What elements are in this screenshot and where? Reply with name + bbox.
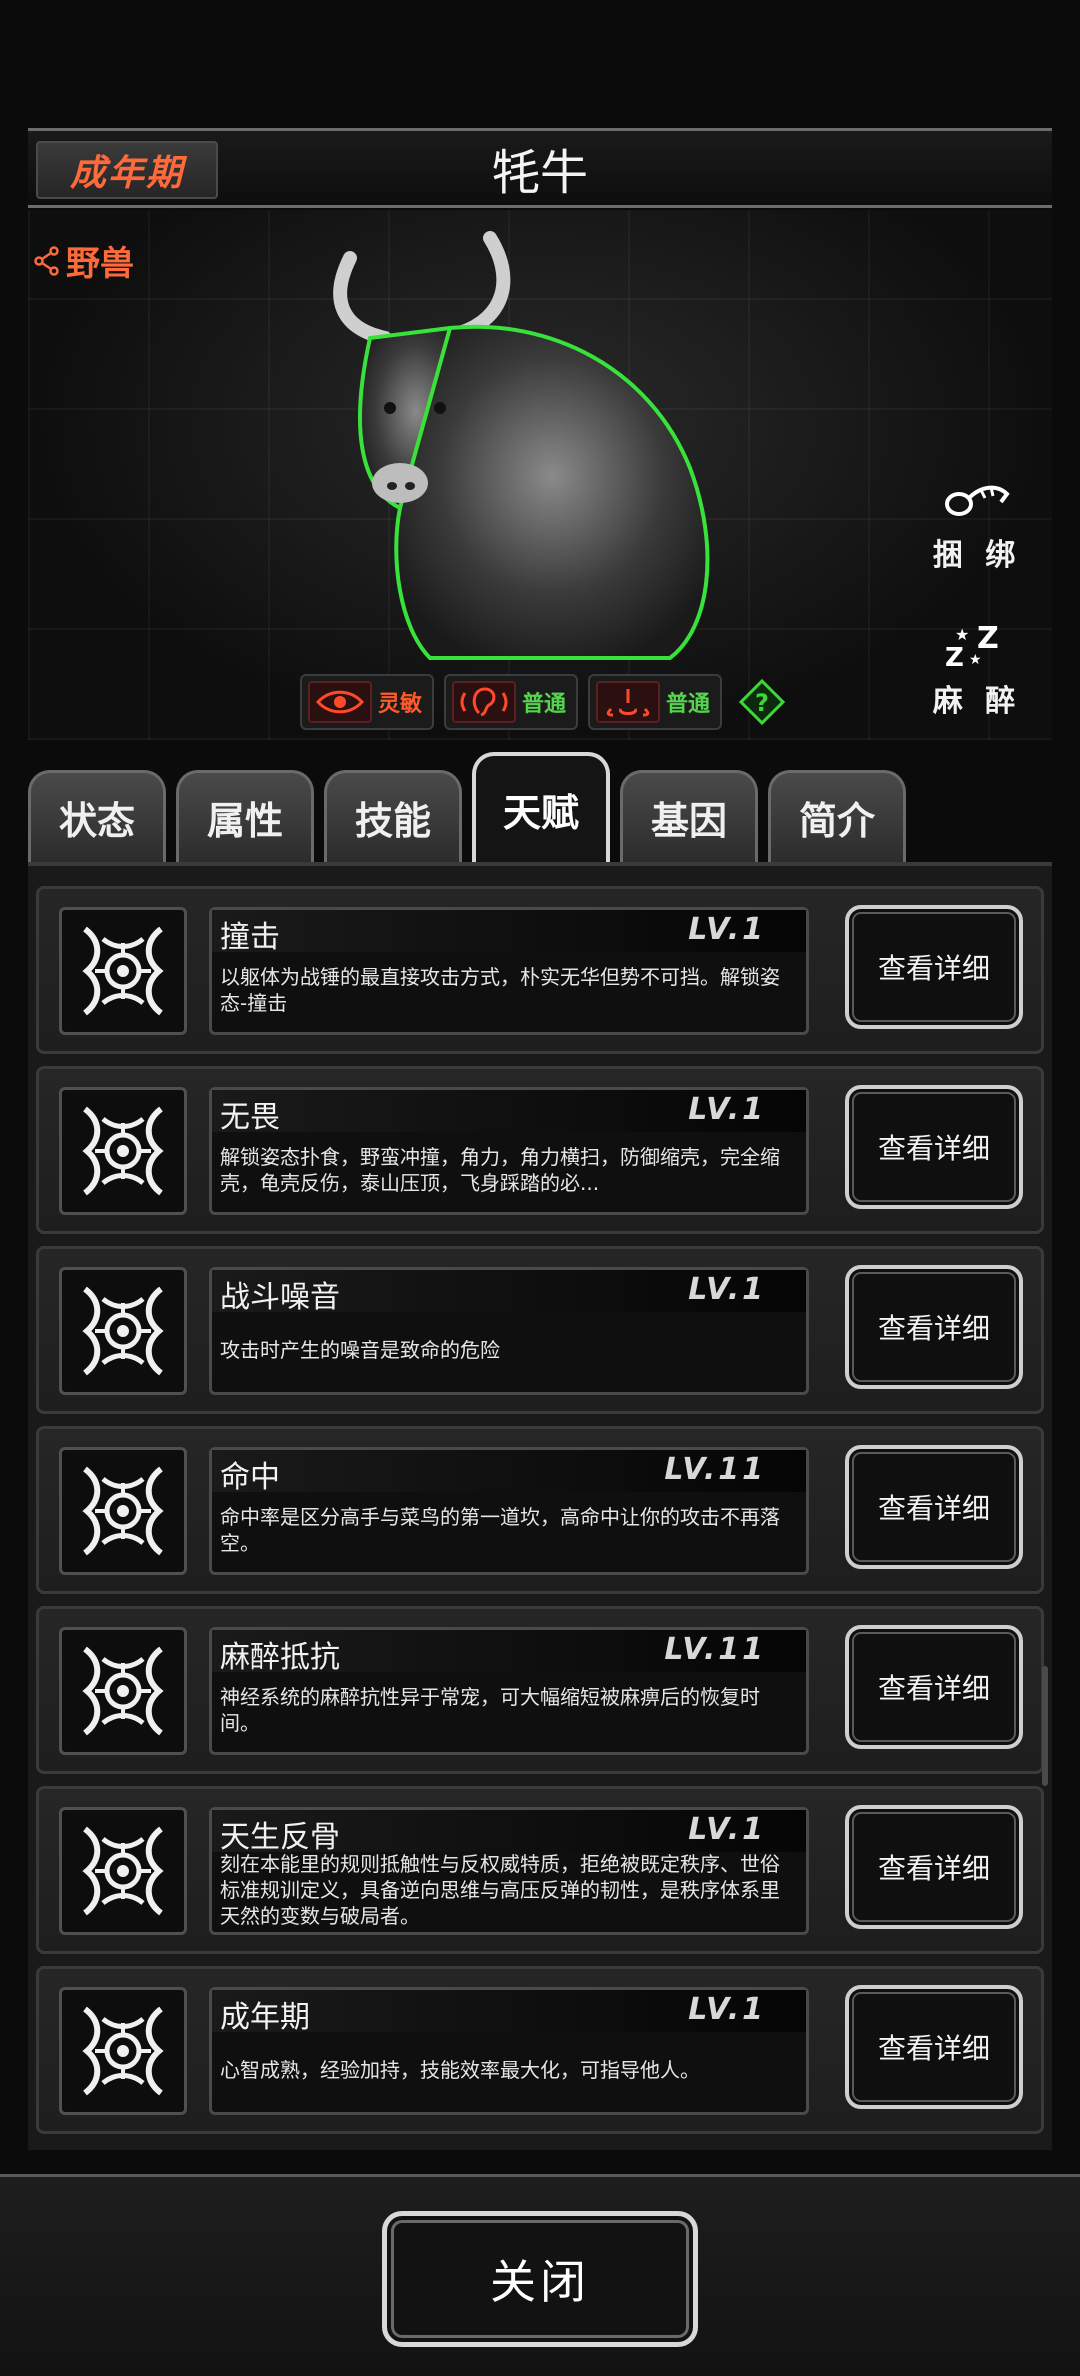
- talent-info: 成年期 LV.1 心智成熟，经验加持，技能效率最大化，可指导他人。: [209, 1987, 809, 2115]
- view-details-button[interactable]: 查看详细: [845, 1805, 1023, 1929]
- tab-intro[interactable]: 简介: [768, 770, 906, 862]
- talent-card: 无畏 LV.1 解锁姿态扑食，野蛮冲撞，角力，角力横扫，防御缩壳，完全缩壳，龟壳…: [36, 1066, 1044, 1234]
- smell-level: 普通: [666, 692, 711, 717]
- talent-description-text: 刻在本能里的规则抵触性与反权威特质，拒绝被既定秩序、世俗标准规训定义，具备逆向思…: [220, 1852, 780, 1928]
- sleep-icon: Z Z ★ ★: [945, 621, 1005, 670]
- talent-emblem-icon: [59, 1807, 187, 1935]
- talent-card: 命中 LV.11 命中率是区分高手与菜鸟的第一道坎，高命中让你的攻击不再落空。 …: [36, 1426, 1044, 1594]
- title-bar: 成年期 牦牛: [28, 128, 1052, 208]
- category-label: 野兽: [66, 244, 134, 284]
- talent-level: LV.11: [664, 1632, 766, 1667]
- talent-description-text: 命中率是区分高手与菜鸟的第一道坎，高命中让你的攻击不再落空。: [220, 1505, 780, 1555]
- talent-level: LV.1: [688, 1812, 766, 1847]
- talent-level: LV.11: [664, 1452, 766, 1487]
- talent-description: 攻击时产生的噪音是致命的危险: [220, 1312, 792, 1388]
- sedate-button[interactable]: Z Z ★ ★ 麻 醉: [922, 618, 1032, 720]
- talent-info: 天生反骨 LV.1 刻在本能里的规则抵触性与反权威特质，拒绝被既定秩序、世俗标准…: [209, 1807, 809, 1935]
- talent-info: 麻醉抵抗 LV.11 神经系统的麻醉抗性异于常宠，可大幅缩短被麻痹后的恢复时间。: [209, 1627, 809, 1755]
- close-button[interactable]: 关闭: [382, 2211, 698, 2347]
- talent-card: 天生反骨 LV.1 刻在本能里的规则抵触性与反权威特质，拒绝被既定秩序、世俗标准…: [36, 1786, 1044, 1954]
- talent-description-text: 攻击时产生的噪音是致命的危险: [220, 1338, 500, 1362]
- share-icon: [34, 245, 59, 276]
- view-details-button[interactable]: 查看详细: [845, 1445, 1023, 1569]
- talent-emblem-icon: [59, 1087, 187, 1215]
- senses-row: 灵敏 普通 普通 ?: [300, 674, 786, 730]
- talent-description: 命中率是区分高手与菜鸟的第一道坎，高命中让你的攻击不再落空。: [220, 1492, 792, 1568]
- talent-card: 麻醉抵抗 LV.11 神经系统的麻醉抗性异于常宠，可大幅缩短被麻痹后的恢复时间。…: [36, 1606, 1044, 1774]
- tab-status[interactable]: 状态: [28, 770, 166, 862]
- talent-level: LV.1: [688, 1992, 766, 2027]
- talent-info: 撞击 LV.1 以躯体为战锤的最直接攻击方式，朴实无华但势不可挡。解锁姿态-撞击: [209, 907, 809, 1035]
- view-details-button[interactable]: 查看详细: [845, 905, 1023, 1029]
- talent-info: 无畏 LV.1 解锁姿态扑食，野蛮冲撞，角力，角力横扫，防御缩壳，完全缩壳，龟壳…: [209, 1087, 809, 1215]
- talent-emblem-icon: [59, 1987, 187, 2115]
- stage-badge: 成年期: [36, 141, 218, 199]
- talent-description-text: 心智成熟，经验加持，技能效率最大化，可指导他人。: [220, 2058, 700, 2082]
- scrollbar[interactable]: [1042, 1666, 1048, 1786]
- talent-name: 命中: [220, 1460, 280, 1495]
- talent-description-text: 以躯体为战锤的最直接攻击方式，朴实无华但势不可挡。解锁姿态-撞击: [220, 965, 780, 1015]
- sense-sight: 灵敏: [300, 674, 435, 730]
- talent-description: 刻在本能里的规则抵触性与反权威特质，拒绝被既定秩序、世俗标准规训定义，具备逆向思…: [220, 1852, 792, 1928]
- talent-name: 战斗噪音: [220, 1280, 340, 1315]
- svg-text:Z: Z: [945, 643, 970, 670]
- bind-button[interactable]: 捆 绑: [922, 478, 1032, 574]
- tab-genes[interactable]: 基因: [620, 770, 758, 862]
- talent-description-text: 解锁姿态扑食，野蛮冲撞，角力，角力横扫，防御缩壳，完全缩壳，龟壳反伤，泰山压顶，…: [220, 1145, 780, 1195]
- help-icon[interactable]: ?: [738, 678, 786, 726]
- svg-text:★: ★: [955, 625, 975, 644]
- view-details-button[interactable]: 查看详细: [845, 1085, 1023, 1209]
- svg-text:★: ★: [969, 652, 988, 668]
- ear-icon: [452, 681, 517, 723]
- rope-icon: [945, 485, 1010, 516]
- talent-name: 撞击: [220, 920, 280, 955]
- tab-talents[interactable]: 天赋: [472, 752, 610, 862]
- talent-level: LV.1: [688, 1272, 766, 1307]
- talent-info: 命中 LV.11 命中率是区分高手与菜鸟的第一道坎，高命中让你的攻击不再落空。: [209, 1447, 809, 1575]
- talent-level: LV.1: [688, 1092, 766, 1127]
- svg-text:Z: Z: [977, 621, 1005, 656]
- tab-skills[interactable]: 技能: [324, 770, 462, 862]
- view-details-button[interactable]: 查看详细: [845, 1625, 1023, 1749]
- talent-emblem-icon: [59, 1447, 187, 1575]
- talent-name: 天生反骨: [220, 1820, 340, 1855]
- eye-icon: [308, 681, 372, 723]
- talent-card: 战斗噪音 LV.1 攻击时产生的噪音是致命的危险 查看详细: [36, 1246, 1044, 1414]
- talent-description-text: 神经系统的麻醉抗性异于常宠，可大幅缩短被麻痹后的恢复时间。: [220, 1685, 760, 1735]
- nose-icon: [596, 681, 661, 723]
- talent-description: 神经系统的麻醉抗性异于常宠，可大幅缩短被麻痹后的恢复时间。: [220, 1672, 792, 1748]
- talent-emblem-icon: [59, 1267, 187, 1395]
- talent-card: 成年期 LV.1 心智成熟，经验加持，技能效率最大化，可指导他人。 查看详细: [36, 1966, 1044, 2134]
- sense-smell: 普通: [588, 674, 723, 730]
- svg-text:?: ?: [755, 689, 769, 717]
- yak-image: [333, 231, 710, 660]
- tab-bar: 状态 属性 技能 天赋 基因 简介: [28, 752, 1052, 862]
- view-details-button[interactable]: 查看详细: [845, 1265, 1023, 1389]
- talent-list[interactable]: 撞击 LV.1 以躯体为战锤的最直接攻击方式，朴实无华但势不可挡。解锁姿态-撞击…: [28, 862, 1052, 2150]
- sight-level: 灵敏: [378, 692, 423, 717]
- talent-emblem-icon: [59, 1627, 187, 1755]
- category-link[interactable]: 野兽: [34, 236, 134, 285]
- talent-info: 战斗噪音 LV.1 攻击时产生的噪音是致命的危险: [209, 1267, 809, 1395]
- talent-name: 麻醉抵抗: [220, 1640, 340, 1675]
- talent-card: 撞击 LV.1 以躯体为战锤的最直接攻击方式，朴实无华但势不可挡。解锁姿态-撞击…: [36, 886, 1044, 1054]
- talent-name: 无畏: [220, 1100, 280, 1135]
- sense-hearing: 普通: [444, 674, 579, 730]
- talent-description: 解锁姿态扑食，野蛮冲撞，角力，角力横扫，防御缩壳，完全缩壳，龟壳反伤，泰山压顶，…: [220, 1132, 792, 1208]
- tab-attributes[interactable]: 属性: [176, 770, 314, 862]
- bind-label: 捆 绑: [932, 538, 1022, 573]
- view-details-button[interactable]: 查看详细: [845, 1985, 1023, 2109]
- talent-level: LV.1: [688, 912, 766, 947]
- sedate-label: 麻 醉: [932, 684, 1022, 719]
- talent-name: 成年期: [220, 2000, 310, 2035]
- talent-description: 以躯体为战锤的最直接攻击方式，朴实无华但势不可挡。解锁姿态-撞击: [220, 952, 792, 1028]
- footer: 关闭: [0, 2174, 1080, 2376]
- hearing-level: 普通: [522, 692, 567, 717]
- talent-description: 心智成熟，经验加持，技能效率最大化，可指导他人。: [220, 2032, 792, 2108]
- talent-emblem-icon: [59, 907, 187, 1035]
